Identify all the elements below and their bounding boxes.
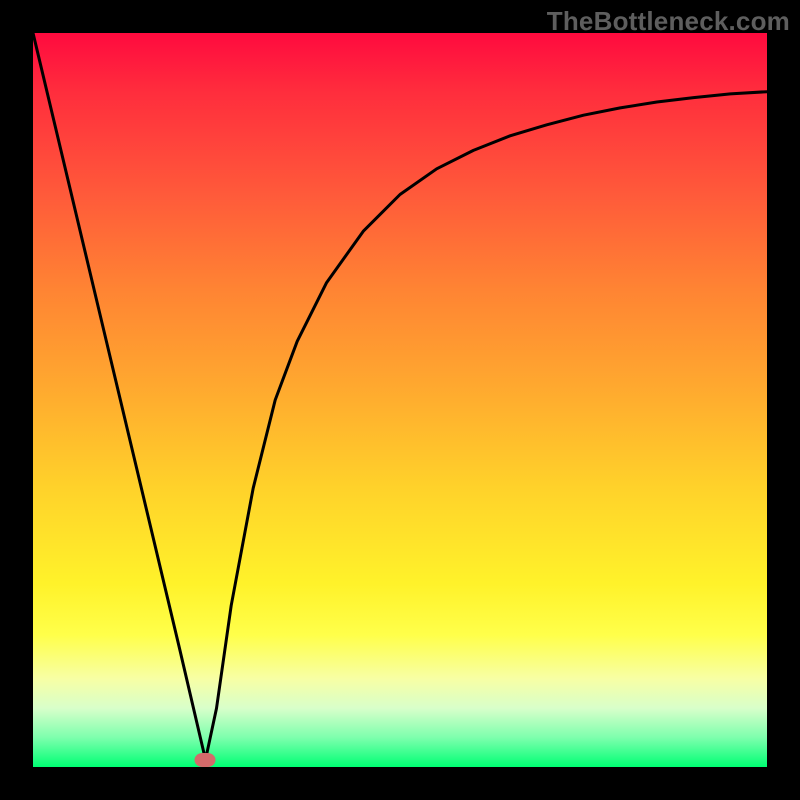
chart-frame: TheBottleneck.com	[0, 0, 800, 800]
curve-svg	[33, 33, 767, 767]
bottleneck-curve	[33, 33, 767, 760]
plot-area	[33, 33, 767, 767]
min-marker	[195, 753, 216, 767]
watermark-text: TheBottleneck.com	[547, 6, 790, 37]
